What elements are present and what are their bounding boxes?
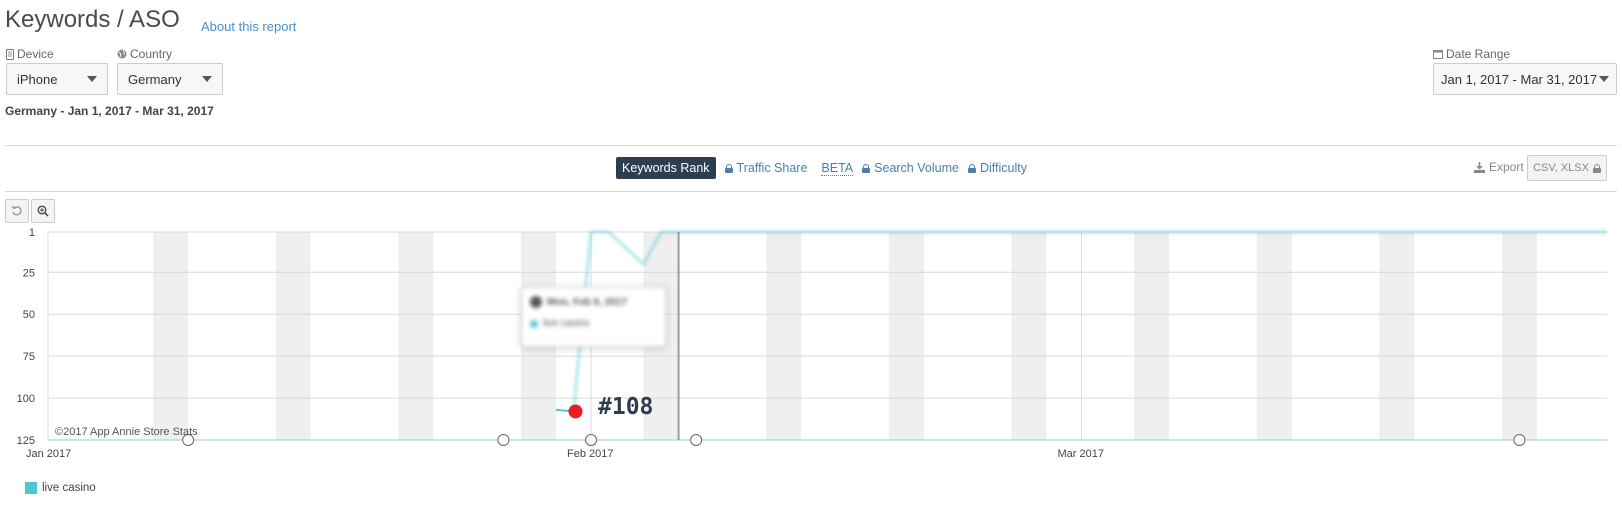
lock-icon [724, 163, 733, 173]
divider [5, 145, 1617, 146]
series-dot-icon [530, 319, 538, 328]
lock-icon [1592, 163, 1601, 173]
chevron-down-icon [87, 76, 97, 82]
export-label: Export [1474, 160, 1524, 174]
beta-badge[interactable]: BETA [821, 161, 854, 176]
weekend-band [398, 232, 434, 440]
rank-callout: #108 [598, 394, 654, 420]
weekend-band [1501, 232, 1537, 440]
chart-credit: ©2017 App Annie Store Stats [55, 426, 198, 438]
undo-icon [11, 205, 22, 216]
chevron-down-icon [202, 76, 212, 82]
highlight-marker [568, 404, 583, 419]
country-select[interactable]: Germany [117, 63, 223, 95]
series-line-live-casino [555, 408, 574, 413]
tab-difficulty[interactable]: Difficulty [967, 161, 1027, 175]
lock-icon [967, 163, 976, 173]
annotation-marker [690, 434, 703, 446]
export-format-button[interactable]: CSV, XLSX [1527, 155, 1607, 181]
chart-legend[interactable]: live casino [25, 482, 96, 494]
x-tick-label: Feb 2017 [567, 448, 613, 460]
lock-icon [862, 163, 871, 173]
rank-chart[interactable]: 1255075100125Jan 2017 Feb 2017 Mar 2017 [0, 0, 1622, 520]
annotation-marker [585, 434, 598, 446]
download-icon [1474, 161, 1485, 173]
weekend-band [153, 232, 189, 440]
report-subtitle: Germany - Jan 1, 2017 - Mar 31, 2017 [5, 104, 214, 118]
weekend-band [888, 232, 924, 440]
country-label: Country [117, 47, 172, 61]
phone-icon [6, 48, 14, 60]
legend-swatch [25, 482, 37, 494]
series-line-live-casino-blurred [572, 230, 1607, 412]
x-tick-label: Mar 2017 [1057, 448, 1103, 460]
y-tick-label: 100 [17, 393, 35, 405]
annotation-marker [1513, 434, 1526, 446]
weekend-band [275, 232, 311, 440]
page-title: Keywords / ASO [5, 6, 180, 33]
annotation-marker [497, 434, 510, 446]
calendar-icon [1433, 50, 1443, 59]
tab-keywords-rank[interactable]: Keywords Rank [616, 157, 716, 179]
y-tick-label: 1 [29, 227, 35, 239]
x-tick-label: Jan 2017 [26, 448, 71, 460]
metric-tabs: Keywords Rank Traffic Share BETA Search … [616, 157, 1027, 179]
date-range-label: Date Range [1433, 47, 1510, 61]
weekend-band [766, 232, 802, 440]
app-icon [530, 296, 542, 308]
reset-zoom-button[interactable] [5, 199, 29, 223]
tab-search-volume[interactable]: Search Volume [862, 161, 959, 175]
weekend-band [1256, 232, 1292, 440]
device-select[interactable]: iPhone [6, 63, 108, 95]
weekend-band [1379, 232, 1415, 440]
legend-item-live-casino: live casino [42, 482, 96, 494]
divider [5, 191, 1617, 192]
device-label: Device [6, 47, 54, 61]
y-tick-label: 50 [23, 309, 35, 321]
y-tick-label: 75 [23, 351, 35, 363]
zoom-button[interactable] [31, 199, 55, 223]
chart-tooltip: Mon, Feb 6, 2017 live casino [521, 287, 666, 347]
weekend-band [1134, 232, 1170, 440]
zoom-in-icon [37, 205, 49, 217]
y-tick-label: 25 [23, 267, 35, 279]
weekend-band [1011, 232, 1047, 440]
tab-traffic-share[interactable]: Traffic Share [724, 161, 807, 175]
about-report-link[interactable]: About this report [201, 19, 296, 34]
date-range-select[interactable]: Jan 1, 2017 - Mar 31, 2017 [1433, 63, 1617, 95]
globe-icon [117, 49, 127, 59]
y-tick-label: 125 [17, 435, 35, 447]
chevron-down-icon [1599, 76, 1609, 82]
